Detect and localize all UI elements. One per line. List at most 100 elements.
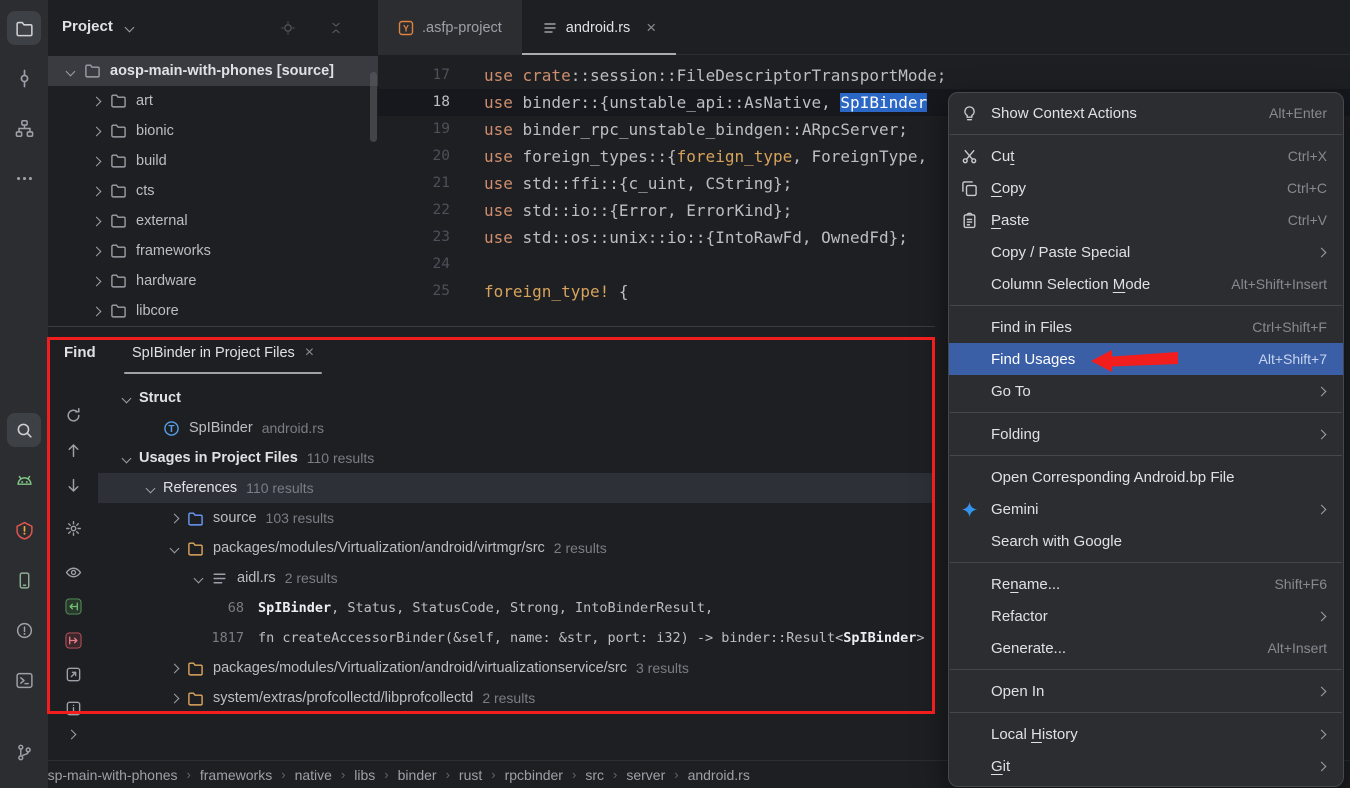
menu-item-paste[interactable]: PasteCtrl+V [949, 204, 1343, 236]
node-label: References [163, 480, 237, 496]
menu-item-label: Open Corresponding Android.bp File [991, 469, 1235, 486]
chevron-right-icon[interactable] [169, 693, 179, 703]
menu-item-column-selection-mode[interactable]: Column Selection ModeAlt+Shift+Insert [949, 268, 1343, 300]
breadcrumb-android-rs[interactable]: android.rs [687, 767, 751, 783]
settings-button[interactable] [59, 514, 87, 542]
find-tree-row-struct[interactable]: Struct [98, 383, 935, 413]
project-tree-row-frameworks[interactable]: frameworks [48, 236, 378, 266]
collapse-all-icon[interactable] [328, 20, 344, 39]
project-tree-row-cts[interactable]: cts [48, 176, 378, 206]
project-tree-row-libcore[interactable]: libcore [48, 296, 378, 326]
project-root-label: aosp-main-with-phones [source] [110, 63, 334, 79]
menu-item-generate[interactable]: Generate...Alt+Insert [949, 632, 1343, 664]
find-tree-row-aidl-rs[interactable]: aidl.rs2 results [98, 563, 935, 593]
navigate-back-button[interactable] [59, 626, 87, 654]
find-tree-row-system-extras-profcollectd-libprofcollectd[interactable]: system/extras/profcollectd/libprofcollec… [98, 683, 935, 713]
chevron-down-icon[interactable] [121, 393, 131, 403]
menu-item-gemini[interactable]: Gemini [949, 493, 1343, 525]
terminal-tool-button[interactable] [7, 663, 41, 697]
close-icon[interactable]: × [305, 345, 314, 361]
breadcrumb-libs[interactable]: libs [353, 767, 376, 783]
breadcrumb-server[interactable]: server [625, 767, 666, 783]
locate-file-icon[interactable] [280, 20, 296, 39]
running-devices-tool-button[interactable] [7, 563, 41, 597]
preview-usages-button[interactable] [59, 558, 87, 586]
chevron-down-icon[interactable] [193, 573, 203, 583]
menu-item-search-with-google[interactable]: Search with Google [949, 525, 1343, 557]
find-tree-row-usages-in-project-files[interactable]: Usages in Project Files110 results [98, 443, 935, 473]
previous-occurrence-button[interactable] [59, 436, 87, 464]
more-tools-tool-button[interactable] [7, 161, 41, 195]
problems-tool-button[interactable] [7, 613, 41, 647]
menu-icon-slot [961, 425, 983, 443]
menu-shortcut: Alt+Enter [1269, 105, 1327, 121]
project-tree-row-external[interactable]: external [48, 206, 378, 236]
project-tree-row-build[interactable]: build [48, 146, 378, 176]
editor-tab-android-rs[interactable]: android.rs× [522, 0, 676, 55]
menu-item-copy-paste-special[interactable]: Copy / Paste Special [949, 236, 1343, 268]
chevron-down-icon[interactable] [169, 543, 179, 553]
find-tree-row-source[interactable]: source103 results [98, 503, 935, 533]
project-tree-row-art[interactable]: art [48, 86, 378, 116]
menu-shortcut: Alt+Shift+7 [1259, 351, 1328, 367]
find-tree-row-spibinder[interactable]: TSpIBinderandroid.rs [98, 413, 935, 443]
menu-item-rename[interactable]: Rename...Shift+F6 [949, 568, 1343, 600]
menu-item-show-context-actions[interactable]: Show Context ActionsAlt+Enter [949, 97, 1343, 129]
editor-tab-asfp-project[interactable]: Y.asfp-project [378, 0, 522, 55]
close-icon[interactable]: × [646, 19, 656, 36]
menu-item-go-to[interactable]: Go To [949, 375, 1343, 407]
menu-item-label: Find Usages [991, 351, 1075, 368]
code-line-17[interactable]: 17use crate::session::FileDescriptorTran… [378, 62, 1350, 89]
menu-item-find-in-files[interactable]: Find in FilesCtrl+Shift+F [949, 311, 1343, 343]
find-tree-row-packages-modules-virtualization-android-virtualizationservice-src[interactable]: packages/modules/Virtualization/android/… [98, 653, 935, 683]
scrollbar-thumb[interactable] [370, 72, 377, 142]
project-tool-button[interactable] [7, 11, 41, 45]
structure-tool-button[interactable] [7, 111, 41, 145]
project-tree-row-hardware[interactable]: hardware [48, 266, 378, 296]
menu-item-find-usages[interactable]: Find Usages Alt+Shift+7 [949, 343, 1343, 375]
menu-item-local-history[interactable]: Local History [949, 718, 1343, 750]
tab-label: .asfp-project [422, 20, 502, 36]
open-in-new-tab-button[interactable] [59, 660, 87, 688]
android-icon [15, 471, 34, 490]
menu-item-refactor[interactable]: Refactor [949, 600, 1343, 632]
chevron-down-icon[interactable] [125, 23, 135, 33]
chevron-right-icon[interactable] [169, 663, 179, 673]
editor-tab-bar: Y.asfp-projectandroid.rs× [378, 0, 1350, 55]
navigate-with-single-click-button[interactable] [59, 592, 87, 620]
app-quality-insights-tool-button[interactable] [7, 513, 41, 547]
breadcrumb-src[interactable]: src [584, 767, 605, 783]
find-results-tab[interactable]: SpIBinder in Project Files × [118, 327, 328, 379]
menu-item-cut[interactable]: CutCtrl+X [949, 140, 1343, 172]
chevron-down-icon[interactable] [145, 483, 155, 493]
breadcrumb-binder[interactable]: binder [397, 767, 438, 783]
usage-info-button[interactable] [59, 694, 87, 722]
terminal-icon [15, 671, 34, 690]
breadcrumb-native[interactable]: native [294, 767, 333, 783]
project-tree-row-bionic[interactable]: bionic [48, 116, 378, 146]
menu-item-copy[interactable]: CopyCtrl+C [949, 172, 1343, 204]
rerun-button[interactable] [59, 401, 87, 429]
usage-preview-row[interactable]: 68SpIBinder, Status, StatusCode, Strong,… [98, 593, 935, 623]
usage-preview-row[interactable]: 1817fn createAccessorBinder(&self, name:… [98, 623, 935, 653]
breadcrumb-rust[interactable]: rust [458, 767, 483, 783]
breadcrumb-frameworks[interactable]: frameworks [199, 767, 273, 783]
chevron-down-icon[interactable] [121, 453, 131, 463]
breadcrumb-rpcbinder[interactable]: rpcbinder [504, 767, 564, 783]
submenu-chevron-icon [1318, 763, 1327, 770]
find-tool-button[interactable] [7, 413, 41, 447]
version-control-tool-button[interactable] [7, 735, 41, 769]
project-root-row[interactable]: aosp-main-with-phones [source] [48, 56, 378, 86]
chevron-right-icon[interactable] [169, 513, 179, 523]
menu-item-folding[interactable]: Folding [949, 418, 1343, 450]
logcat-tool-button[interactable] [7, 463, 41, 497]
menu-item-git[interactable]: Git [949, 750, 1343, 782]
menu-item-open-corresponding-android-bp-file[interactable]: Open Corresponding Android.bp File [949, 461, 1343, 493]
commit-tool-button[interactable] [7, 61, 41, 95]
find-tree-row-references[interactable]: References110 results [98, 473, 935, 503]
find-tree-row-packages-modules-virtualization-android-virtmgr-src[interactable]: packages/modules/Virtualization/android/… [98, 533, 935, 563]
breadcrumb-aosp-main-with-phones[interactable]: aosp-main-with-phones [31, 767, 179, 783]
menu-item-open-in[interactable]: Open In [949, 675, 1343, 707]
submenu-chevron-icon [1318, 388, 1327, 395]
next-occurrence-button[interactable] [59, 471, 87, 499]
